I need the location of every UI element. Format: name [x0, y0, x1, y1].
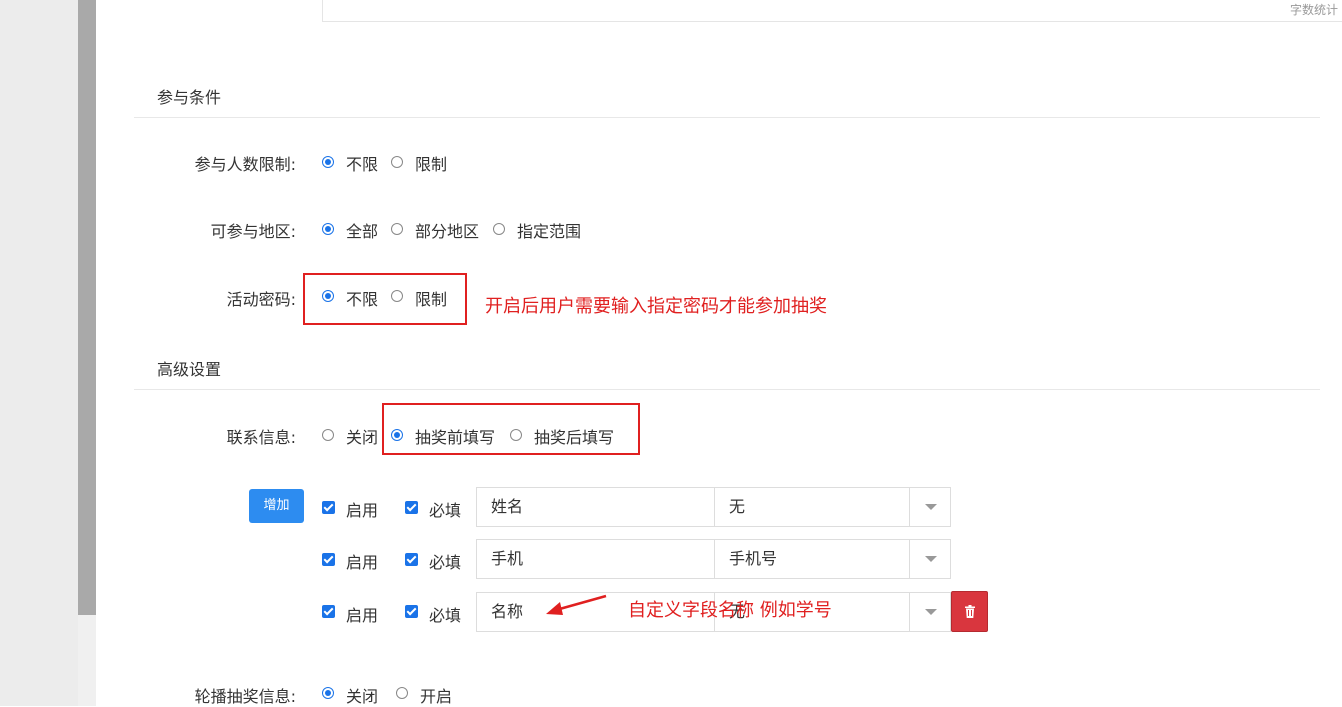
- left-panel: [0, 0, 78, 706]
- participant-limit-option-unlimited[interactable]: 不限: [346, 151, 378, 175]
- participant-limit-radio-unlimited[interactable]: [322, 156, 334, 168]
- caret-down-icon: [925, 609, 937, 615]
- caret-down-icon: [925, 556, 937, 562]
- required-label: 必填: [429, 606, 462, 625]
- carousel-radio-off[interactable]: [322, 687, 334, 699]
- password-radio-limited[interactable]: [391, 290, 403, 302]
- participant-limit-radio-limited[interactable]: [391, 156, 403, 168]
- dropdown-toggle[interactable]: [909, 487, 951, 527]
- section-title-participation: 参与条件: [157, 88, 222, 107]
- region-option-partial[interactable]: 部分地区: [415, 218, 479, 242]
- region-radio-all[interactable]: [322, 223, 334, 235]
- carousel-radio-on[interactable]: [396, 687, 408, 699]
- required-label: 必填: [429, 501, 462, 520]
- region-radio-range[interactable]: [493, 223, 505, 235]
- annotation-arrow-icon: [546, 594, 607, 615]
- participant-limit-option-limited[interactable]: 限制: [415, 151, 447, 175]
- divider: [134, 117, 1320, 118]
- annotation-custom-field-note: 自定义字段名称 例如学号: [628, 600, 832, 621]
- required-checkbox[interactable]: [405, 553, 418, 566]
- contact-radio-after[interactable]: [510, 429, 522, 441]
- field-type-select[interactable]: 手机号: [714, 539, 910, 579]
- caret-down-icon: [925, 504, 937, 510]
- description-editor[interactable]: [322, 0, 1342, 22]
- enable-label: 启用: [346, 606, 379, 625]
- trash-icon: [965, 605, 975, 618]
- enable-label: 启用: [346, 501, 379, 520]
- region-radio-partial[interactable]: [391, 223, 403, 235]
- annotation-password-note: 开启后用户需要输入指定密码才能参加抽奖: [485, 296, 827, 317]
- password-radio-unlimited[interactable]: [322, 290, 334, 302]
- region-option-all[interactable]: 全部: [346, 218, 378, 242]
- contact-option-after[interactable]: 抽奖后填写: [534, 424, 614, 448]
- required-label: 必填: [429, 553, 462, 572]
- required-checkbox[interactable]: [405, 501, 418, 514]
- carousel-label: 轮播抽奖信息:: [194, 687, 296, 706]
- add-field-button[interactable]: 增加: [249, 489, 304, 523]
- contact-label: 联系信息:: [226, 428, 296, 447]
- field-name-input[interactable]: 姓名: [476, 487, 715, 527]
- region-option-range[interactable]: 指定范围: [517, 218, 581, 242]
- delete-field-button[interactable]: [951, 591, 988, 632]
- section-title-advanced: 高级设置: [157, 360, 222, 379]
- contact-radio-off[interactable]: [322, 429, 334, 441]
- participant-limit-label: 参与人数限制:: [194, 155, 296, 174]
- divider: [134, 389, 1320, 390]
- password-option-limited[interactable]: 限制: [415, 286, 447, 310]
- contact-option-off[interactable]: 关闭: [346, 424, 378, 448]
- dropdown-toggle[interactable]: [909, 592, 951, 632]
- carousel-option-on[interactable]: 开启: [420, 683, 452, 707]
- contact-radio-before[interactable]: [391, 429, 403, 441]
- password-label: 活动密码:: [226, 290, 296, 309]
- dropdown-toggle[interactable]: [909, 539, 951, 579]
- required-checkbox[interactable]: [405, 605, 418, 618]
- carousel-option-off[interactable]: 关闭: [346, 683, 378, 707]
- enable-checkbox[interactable]: [322, 501, 335, 514]
- enable-label: 启用: [346, 553, 379, 572]
- region-label: 可参与地区:: [210, 222, 296, 241]
- enable-checkbox[interactable]: [322, 553, 335, 566]
- field-type-select[interactable]: 无: [714, 487, 910, 527]
- password-option-unlimited[interactable]: 不限: [346, 286, 378, 310]
- word-count-label: 字数统计: [1289, 3, 1338, 17]
- contact-option-before[interactable]: 抽奖前填写: [415, 424, 495, 448]
- enable-checkbox[interactable]: [322, 605, 335, 618]
- field-name-input[interactable]: 手机: [476, 539, 715, 579]
